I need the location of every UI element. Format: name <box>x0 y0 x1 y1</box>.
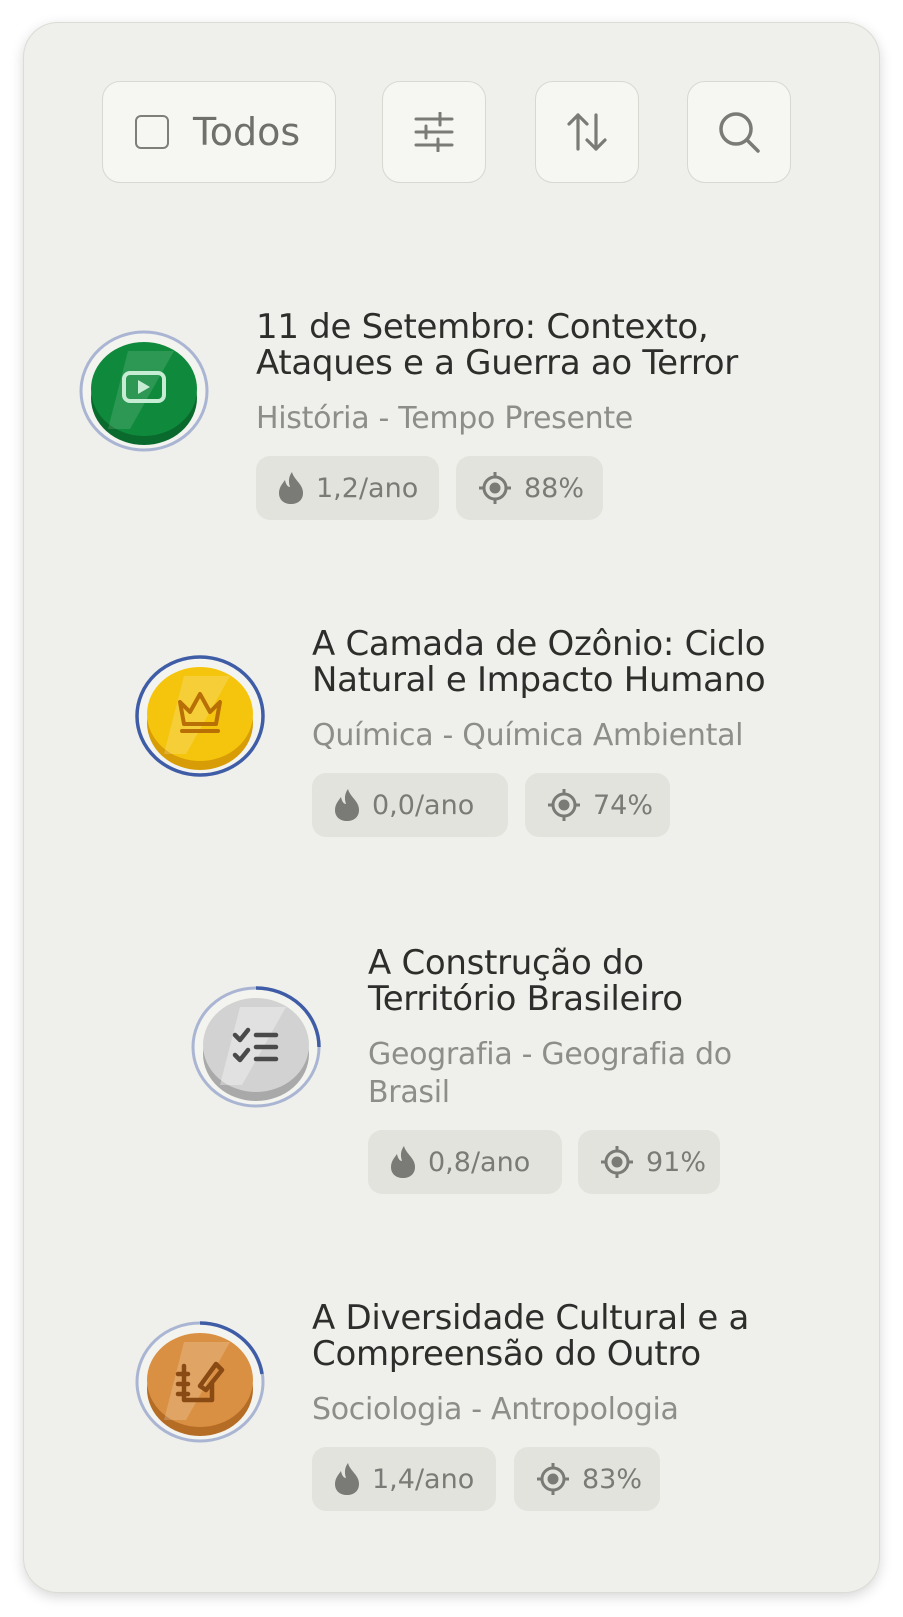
select-all-label: Todos <box>193 110 301 154</box>
item-subtitle-line: Química - Química Ambiental <box>312 718 744 753</box>
frequency-value: 0,0/ano <box>372 789 475 821</box>
accuracy-value: 83% <box>582 1463 643 1495</box>
item-subtitle-line: Geografia - Geografia do <box>368 1037 732 1072</box>
target-icon <box>548 789 580 821</box>
badge-ring[interactable] <box>78 329 210 453</box>
flame-icon <box>391 1146 415 1178</box>
item-title: A Camada de Ozônio: Ciclo Natural e Impa… <box>312 626 872 698</box>
item-title-line: A Construção do <box>368 943 644 983</box>
target-icon <box>537 1463 569 1495</box>
topic-list-panel: Todos 11 de Setembro: Contexto, Ataques … <box>24 23 879 1592</box>
accuracy-chip: 91% <box>578 1130 720 1194</box>
accuracy-chip: 88% <box>456 456 603 520</box>
item-title: 11 de Setembro: Contexto, Ataques e a Gu… <box>256 309 816 381</box>
item-subtitle: Química - Química Ambiental <box>312 717 792 755</box>
flame-icon <box>279 472 303 504</box>
item-title-line: A Diversidade Cultural e a <box>312 1298 750 1338</box>
frequency-value: 1,2/ano <box>316 472 419 504</box>
target-icon <box>479 472 511 504</box>
item-title-line: Natural e Impacto Humano <box>312 660 766 700</box>
accuracy-value: 88% <box>524 472 585 504</box>
accuracy-value: 74% <box>593 789 654 821</box>
item-subtitle-line: História - Tempo Presente <box>256 401 633 436</box>
item-title-line: Ataques e a Guerra ao Terror <box>256 343 738 383</box>
frequency-chip: 0,0/ano <box>312 773 508 837</box>
search-button[interactable] <box>687 81 791 183</box>
item-subtitle: Geografia - Geografia do Brasil <box>368 1036 848 1112</box>
flame-icon <box>335 789 359 821</box>
list-item[interactable]: 11 de Setembro: Contexto, Ataques e a Gu… <box>24 273 879 533</box>
target-icon <box>601 1146 633 1178</box>
list-item[interactable]: A Diversidade Cultural e a Compreensão d… <box>24 1278 879 1538</box>
accuracy-chip: 74% <box>525 773 670 837</box>
item-title-line: Compreensão do Outro <box>312 1334 701 1374</box>
frequency-chip: 1,2/ano <box>256 456 439 520</box>
badge-ring[interactable] <box>190 985 322 1109</box>
item-subtitle-line: Sociologia - Antropologia <box>312 1392 679 1427</box>
frequency-chip: 1,4/ano <box>312 1447 496 1511</box>
flame-icon <box>335 1463 359 1495</box>
badge-ring[interactable] <box>134 1320 266 1444</box>
accuracy-value: 91% <box>646 1146 707 1178</box>
sort-button[interactable] <box>535 81 639 183</box>
item-subtitle-line: Brasil <box>368 1075 450 1110</box>
accuracy-chip: 83% <box>514 1447 660 1511</box>
sort-arrows-icon <box>567 113 607 151</box>
list-item[interactable]: A Camada de Ozônio: Ciclo Natural e Impa… <box>24 598 879 858</box>
checkbox-icon[interactable] <box>135 115 169 149</box>
badge-ring[interactable] <box>134 654 266 778</box>
item-title: A Construção do Território Brasileiro <box>368 945 879 1017</box>
frequency-chip: 0,8/ano <box>368 1130 562 1194</box>
item-subtitle: Sociologia - Antropologia <box>312 1391 792 1429</box>
item-title-line: Território Brasileiro <box>368 979 683 1019</box>
item-title: A Diversidade Cultural e a Compreensão d… <box>312 1300 872 1372</box>
search-icon <box>719 112 760 153</box>
list-item[interactable]: A Construção do Território Brasileiro Ge… <box>24 923 879 1213</box>
item-title-line: A Camada de Ozônio: Ciclo <box>312 624 766 664</box>
item-subtitle: História - Tempo Presente <box>256 400 736 438</box>
filter-button[interactable] <box>382 81 486 183</box>
sliders-icon <box>414 112 454 152</box>
frequency-value: 1,4/ano <box>372 1463 475 1495</box>
frequency-value: 0,8/ano <box>428 1146 531 1178</box>
select-all-button[interactable]: Todos <box>102 81 336 183</box>
item-title-line: 11 de Setembro: Contexto, <box>256 307 709 347</box>
